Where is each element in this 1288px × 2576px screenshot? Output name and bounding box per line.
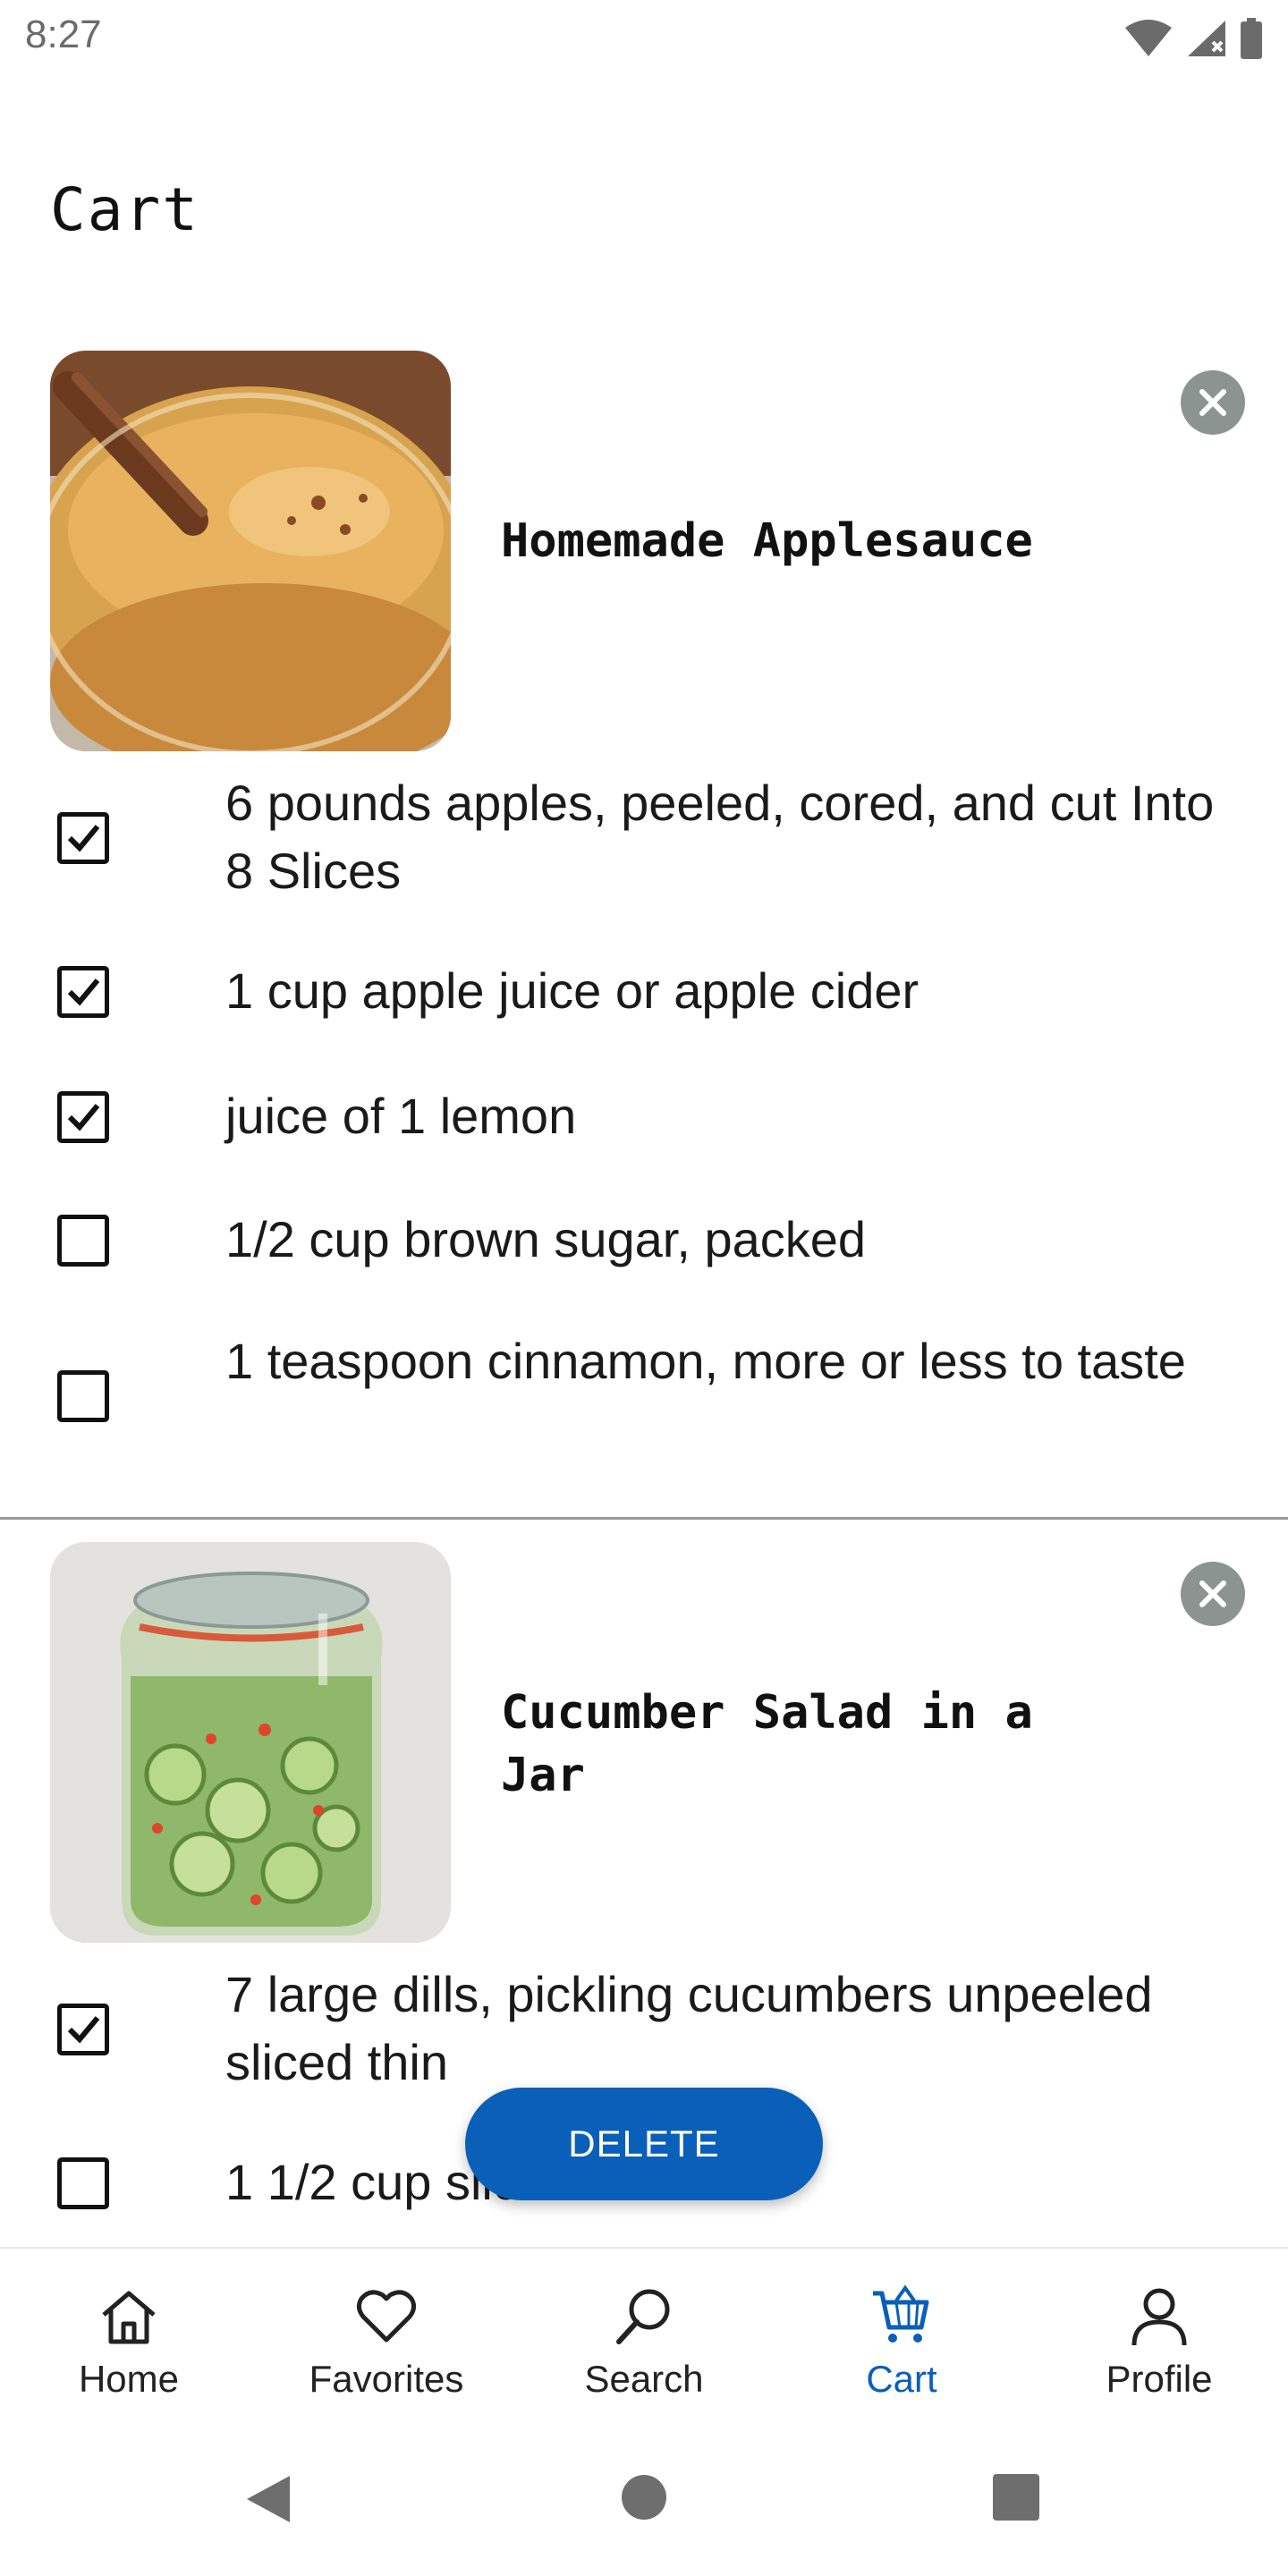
- check-icon: [67, 979, 100, 1006]
- ingredient-checkbox-checked[interactable]: [57, 812, 109, 864]
- nav-label: Favorites: [309, 2358, 464, 2400]
- cart-list[interactable]: Homemade Applesauce 6 pounds apples, pee…: [0, 340, 1288, 2247]
- close-icon: [1199, 389, 1226, 416]
- home-icon: [102, 2291, 156, 2344]
- system-navigation-bar: [0, 2426, 1288, 2576]
- nav-item-favorites[interactable]: Favorites: [258, 2249, 515, 2428]
- ingredient-text: 1/2 cup brown sugar, packed: [225, 1211, 867, 1267]
- wifi-icon: [1125, 20, 1172, 56]
- check-icon: [67, 825, 100, 852]
- recipe-title[interactable]: Cucumber Salad in a Jar: [501, 1682, 1127, 1807]
- status-icons: [1123, 18, 1263, 59]
- home-circle-icon[interactable]: [619, 2472, 669, 2522]
- check-icon: [67, 2016, 100, 2044]
- nav-label: Cart: [866, 2358, 937, 2400]
- nav-label: Search: [584, 2358, 704, 2400]
- ingredient-text: 1 teaspoon cinnamon, more or less to tas…: [225, 1333, 1186, 1389]
- back-icon[interactable]: [243, 2472, 293, 2526]
- recipe-divider: [0, 1517, 1288, 1520]
- status-bar: 8:27: [0, 0, 1288, 75]
- ingredient-checkbox-unchecked[interactable]: [57, 1215, 109, 1267]
- nav-label: Profile: [1106, 2358, 1213, 2400]
- cellular-signal-icon: [1188, 21, 1225, 56]
- nav-label: Home: [78, 2358, 180, 2400]
- nav-item-cart[interactable]: Cart: [773, 2249, 1030, 2428]
- person-icon: [1131, 2288, 1187, 2346]
- recents-icon[interactable]: [991, 2472, 1041, 2522]
- bottom-navigation: Home Favorites Search Cart Profile: [0, 2247, 1288, 2428]
- search-icon: [616, 2289, 670, 2344]
- ingredient-checkbox-checked[interactable]: [57, 966, 109, 1018]
- cart-icon: [873, 2284, 929, 2343]
- ingredient-text: 7 large dills, pickling cucumbers unpeel…: [225, 1966, 1153, 2090]
- ingredient-checkbox-checked[interactable]: [57, 2004, 109, 2055]
- ingredient-checkbox-checked[interactable]: [57, 1091, 109, 1143]
- battery-icon: [1241, 18, 1262, 59]
- close-icon: [1199, 1580, 1226, 1607]
- recipe-title[interactable]: Homemade Applesauce: [501, 510, 1127, 572]
- page-title: Cart: [50, 175, 199, 244]
- nav-item-search[interactable]: Search: [515, 2249, 773, 2428]
- remove-recipe-button[interactable]: [1181, 370, 1245, 435]
- recipe-thumbnail-applesauce[interactable]: [50, 351, 451, 751]
- ingredient-text: 1 cup apple juice or apple cider: [225, 962, 919, 1019]
- recipe-thumbnail-cucumber-salad[interactable]: [50, 1542, 451, 1943]
- remove-recipe-button[interactable]: [1181, 1562, 1245, 1626]
- recipe-card: Homemade Applesauce: [0, 340, 1288, 751]
- status-time: 8:27: [25, 13, 102, 56]
- ingredient-text: 6 pounds apples, peeled, cored, and cut …: [225, 775, 1215, 899]
- ingredient-checkbox-unchecked[interactable]: [57, 2157, 109, 2209]
- recipe-card: Cucumber Salad in a Jar: [0, 1531, 1288, 1943]
- ingredient-text: juice of 1 lemon: [225, 1088, 577, 1144]
- delete-button[interactable]: DELETE: [465, 2088, 823, 2200]
- check-icon: [67, 1104, 100, 1131]
- nav-item-profile[interactable]: Profile: [1030, 2249, 1288, 2428]
- ingredient-checkbox-unchecked[interactable]: [57, 1370, 109, 1422]
- nav-item-home[interactable]: Home: [0, 2249, 258, 2428]
- heart-icon: [356, 2290, 417, 2343]
